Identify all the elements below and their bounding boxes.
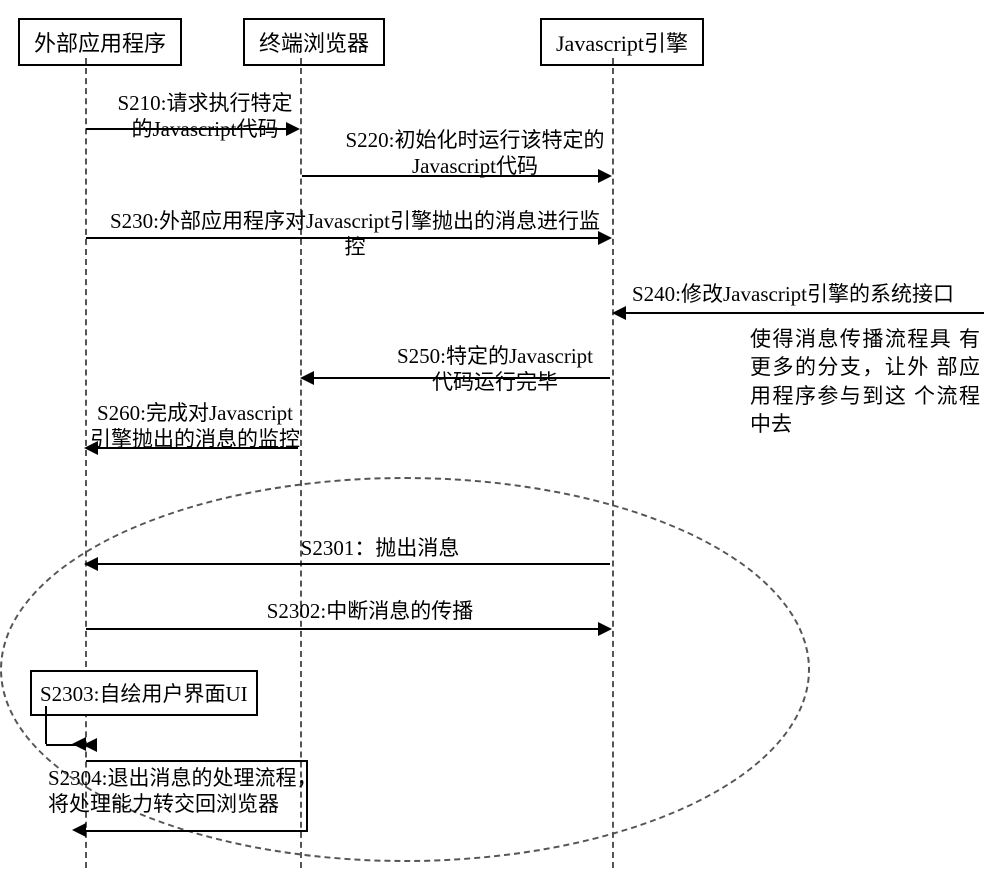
label-s230: S230:外部应用程序对Javascript引擎抛出的消息进行监控 <box>100 208 610 261</box>
self-arrow-s2303 <box>45 706 47 744</box>
arrow-s2301 <box>86 563 610 565</box>
self-arrow-s2304-back <box>86 830 308 832</box>
label-s2301: S2301：抛出消息 <box>280 535 480 561</box>
label-s260: S260:完成对Javascript 引擎抛出的消息的监控 <box>70 400 320 453</box>
note-s240: 使得消息传播流程具 有更多的分支，让外 部应用程序参与到这 个流程中去 <box>750 325 980 438</box>
label-s2302: S2302:中断消息的传播 <box>250 598 490 624</box>
arrow-s240 <box>614 312 984 314</box>
arrow-s2302 <box>86 628 610 630</box>
label-s220: S220:初始化时运行该特定的 Javascript代码 <box>330 127 620 180</box>
self-arrow-s2304-out <box>86 760 306 762</box>
participant-js-engine: Javascript引擎 <box>540 18 704 66</box>
self-arrow-s2304-head <box>72 823 86 837</box>
label-s250: S250:特定的Javascript 代码运行完毕 <box>370 343 620 396</box>
label-s240: S240:修改Javascript引擎的系统接口 <box>632 281 992 307</box>
label-s2304: S2304:退出消息的处理流程， 将处理能力转交回浏览器 <box>48 765 348 818</box>
label-s2303: S2303:自绘用户界面UI <box>30 670 258 716</box>
participant-ext-app: 外部应用程序 <box>18 18 182 66</box>
self-arrow-s2303-head <box>72 737 86 751</box>
label-s210: S210:请求执行特定 的Javascript代码 <box>95 90 315 143</box>
participant-browser: 终端浏览器 <box>243 18 385 66</box>
self-arrow-s2304-down <box>306 760 308 830</box>
